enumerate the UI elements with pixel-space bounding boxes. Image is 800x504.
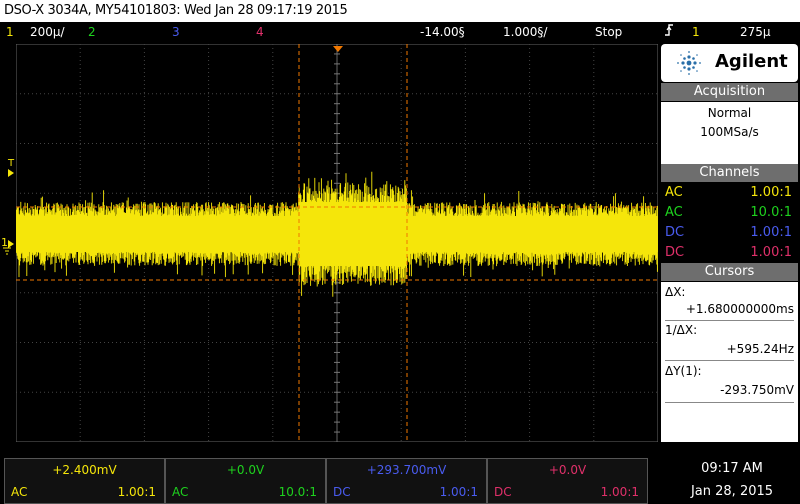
ch1-ground-marker[interactable]: 1: [0, 236, 16, 256]
ch3-info-box[interactable]: +293.700mV DC 1.00:1: [326, 458, 487, 504]
acquisition-mode: Normal: [707, 106, 752, 120]
delta-x-value: +1.680000000ms: [685, 302, 794, 316]
ch1-number[interactable]: 1: [6, 22, 14, 42]
side-panel: Agilent Acquisition Normal 100MSa/s Chan…: [661, 44, 798, 442]
brand-name: Agilent: [715, 51, 788, 72]
inverse-delta-x-label: 1/ΔX:: [665, 323, 698, 337]
trigger-level-marker[interactable]: T: [6, 158, 18, 180]
ch3-probe: 1.00:1: [750, 225, 792, 240]
sample-rate: 100MSa/s: [700, 125, 759, 139]
delta-y-value: -293.750mV: [720, 383, 794, 397]
ch2-number[interactable]: 2: [88, 22, 96, 42]
ch2-coupling: AC: [665, 205, 683, 220]
ch1-bottom-coupling: AC: [11, 485, 28, 499]
trigger-edge-icon: [664, 21, 674, 45]
ch3-bottom-probe: 1.00:1: [439, 485, 478, 499]
ch4-bottom-coupling: DC: [494, 485, 512, 499]
ch3-number[interactable]: 3: [172, 22, 180, 42]
ch4-offset: +0.0V: [548, 463, 587, 477]
clock-time: 09:17 AM: [701, 461, 763, 476]
ch4-number[interactable]: 4: [256, 22, 264, 42]
channel-row-4[interactable]: DC 1.00:1: [661, 243, 798, 263]
clock: 09:17 AM Jan 28, 2015: [664, 458, 800, 503]
ch2-probe: 10.0:1: [750, 205, 792, 220]
channel-row-1[interactable]: AC 1.00:1: [661, 183, 798, 203]
cursor-divider-2: [665, 360, 794, 361]
time-delay[interactable]: -14.00§: [420, 22, 465, 42]
ch2-bottom-coupling: AC: [172, 485, 189, 499]
acquisition-header[interactable]: Acquisition: [661, 83, 798, 101]
time-scale[interactable]: 1.000§/: [503, 22, 547, 42]
channels-header[interactable]: Channels: [661, 164, 798, 182]
brand-box: Agilent: [661, 44, 798, 82]
bottom-bar: +2.400mV AC 1.00:1 +0.0V AC 10.0:1 +293.…: [0, 458, 800, 504]
ch3-bottom-coupling: DC: [333, 485, 351, 499]
ch4-coupling: DC: [665, 245, 685, 260]
trigger-level[interactable]: 275µ: [740, 22, 771, 42]
acquisition-box: Normal 100MSa/s: [661, 102, 798, 165]
ch1-coupling: AC: [665, 185, 683, 200]
ch1-probe: 1.00:1: [750, 185, 792, 200]
ch1-offset: +2.400mV: [52, 463, 117, 477]
ch4-info-box[interactable]: +0.0V DC 1.00:1: [487, 458, 648, 504]
delta-y-label: ΔY(1):: [665, 364, 702, 378]
cursors-header[interactable]: Cursors: [661, 263, 798, 281]
title-bar: DSO-X 3034A, MY54101803: Wed Jan 28 09:1…: [0, 0, 800, 22]
channel-row-3[interactable]: DC 1.00:1: [661, 223, 798, 243]
ch1-bottom-probe: 1.00:1: [117, 485, 156, 499]
run-state[interactable]: Stop: [595, 22, 622, 42]
cursors-box: ΔX: +1.680000000ms 1/ΔX: +595.24Hz ΔY(1)…: [661, 282, 798, 442]
agilent-spark-icon: [675, 49, 703, 81]
cursor-divider-1: [665, 320, 794, 321]
status-bar: 1 200µ/ 2 3 4 -14.00§ 1.000§/ Stop 1 275…: [0, 22, 800, 42]
ch1-burst-core: [299, 202, 407, 266]
ch1-scale[interactable]: 200µ/: [30, 22, 65, 42]
waveform-display[interactable]: [16, 44, 658, 442]
trigger-level-label: T: [8, 158, 15, 169]
ch4-bottom-probe: 1.00:1: [600, 485, 639, 499]
channel-row-2[interactable]: AC 10.0:1: [661, 203, 798, 223]
ch4-probe: 1.00:1: [750, 245, 792, 260]
instrument-title: DSO-X 3034A, MY54101803: Wed Jan 28 09:1…: [4, 3, 348, 18]
ch3-offset: +293.700mV: [366, 463, 447, 477]
ch3-coupling: DC: [665, 225, 685, 240]
ch2-bottom-probe: 10.0:1: [278, 485, 317, 499]
ch2-info-box[interactable]: +0.0V AC 10.0:1: [165, 458, 326, 504]
delta-x-label: ΔX:: [665, 285, 686, 299]
inverse-delta-x-value: +595.24Hz: [726, 342, 794, 356]
clock-date: Jan 28, 2015: [690, 484, 774, 499]
ch2-offset: +0.0V: [226, 463, 265, 477]
ch1-info-box[interactable]: +2.400mV AC 1.00:1: [4, 458, 165, 504]
cursor-divider-3: [665, 402, 794, 403]
trigger-channel[interactable]: 1: [692, 22, 700, 42]
